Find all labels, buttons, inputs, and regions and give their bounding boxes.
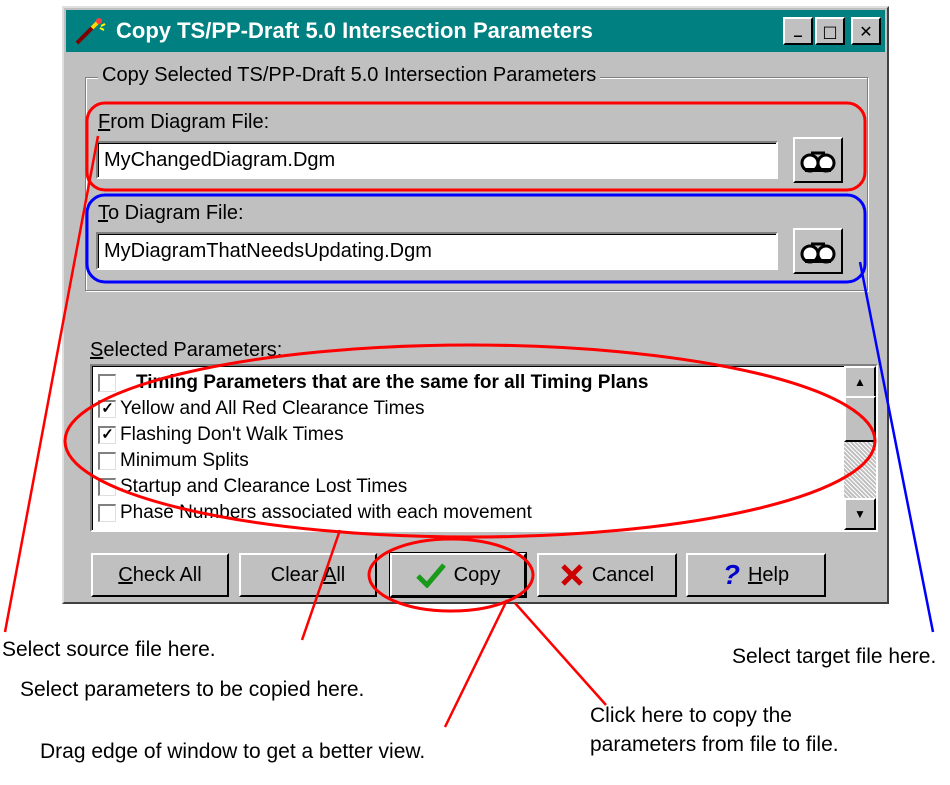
params-leader-line: [300, 529, 342, 641]
annotation-drag: Drag edge of window to get a better view…: [40, 740, 426, 763]
copy-leader-line: [514, 602, 607, 706]
annotation-source: Select source file here.: [2, 638, 216, 661]
annotation-copy-line2: parameters from file to file.: [590, 733, 839, 756]
to-file-callout: [85, 193, 867, 284]
annotation-copy-line1: Click here to copy the: [590, 704, 792, 727]
copy-callout: [367, 537, 535, 613]
drag-leader-line: [443, 599, 509, 728]
source-leader-line: [3, 135, 100, 633]
parameters-callout: [63, 343, 877, 539]
target-leader-line: [858, 261, 935, 633]
from-file-callout: [85, 101, 867, 192]
annotation-params: Select parameters to be copied here.: [20, 678, 365, 701]
annotation-target: Select target file here.: [732, 645, 937, 668]
